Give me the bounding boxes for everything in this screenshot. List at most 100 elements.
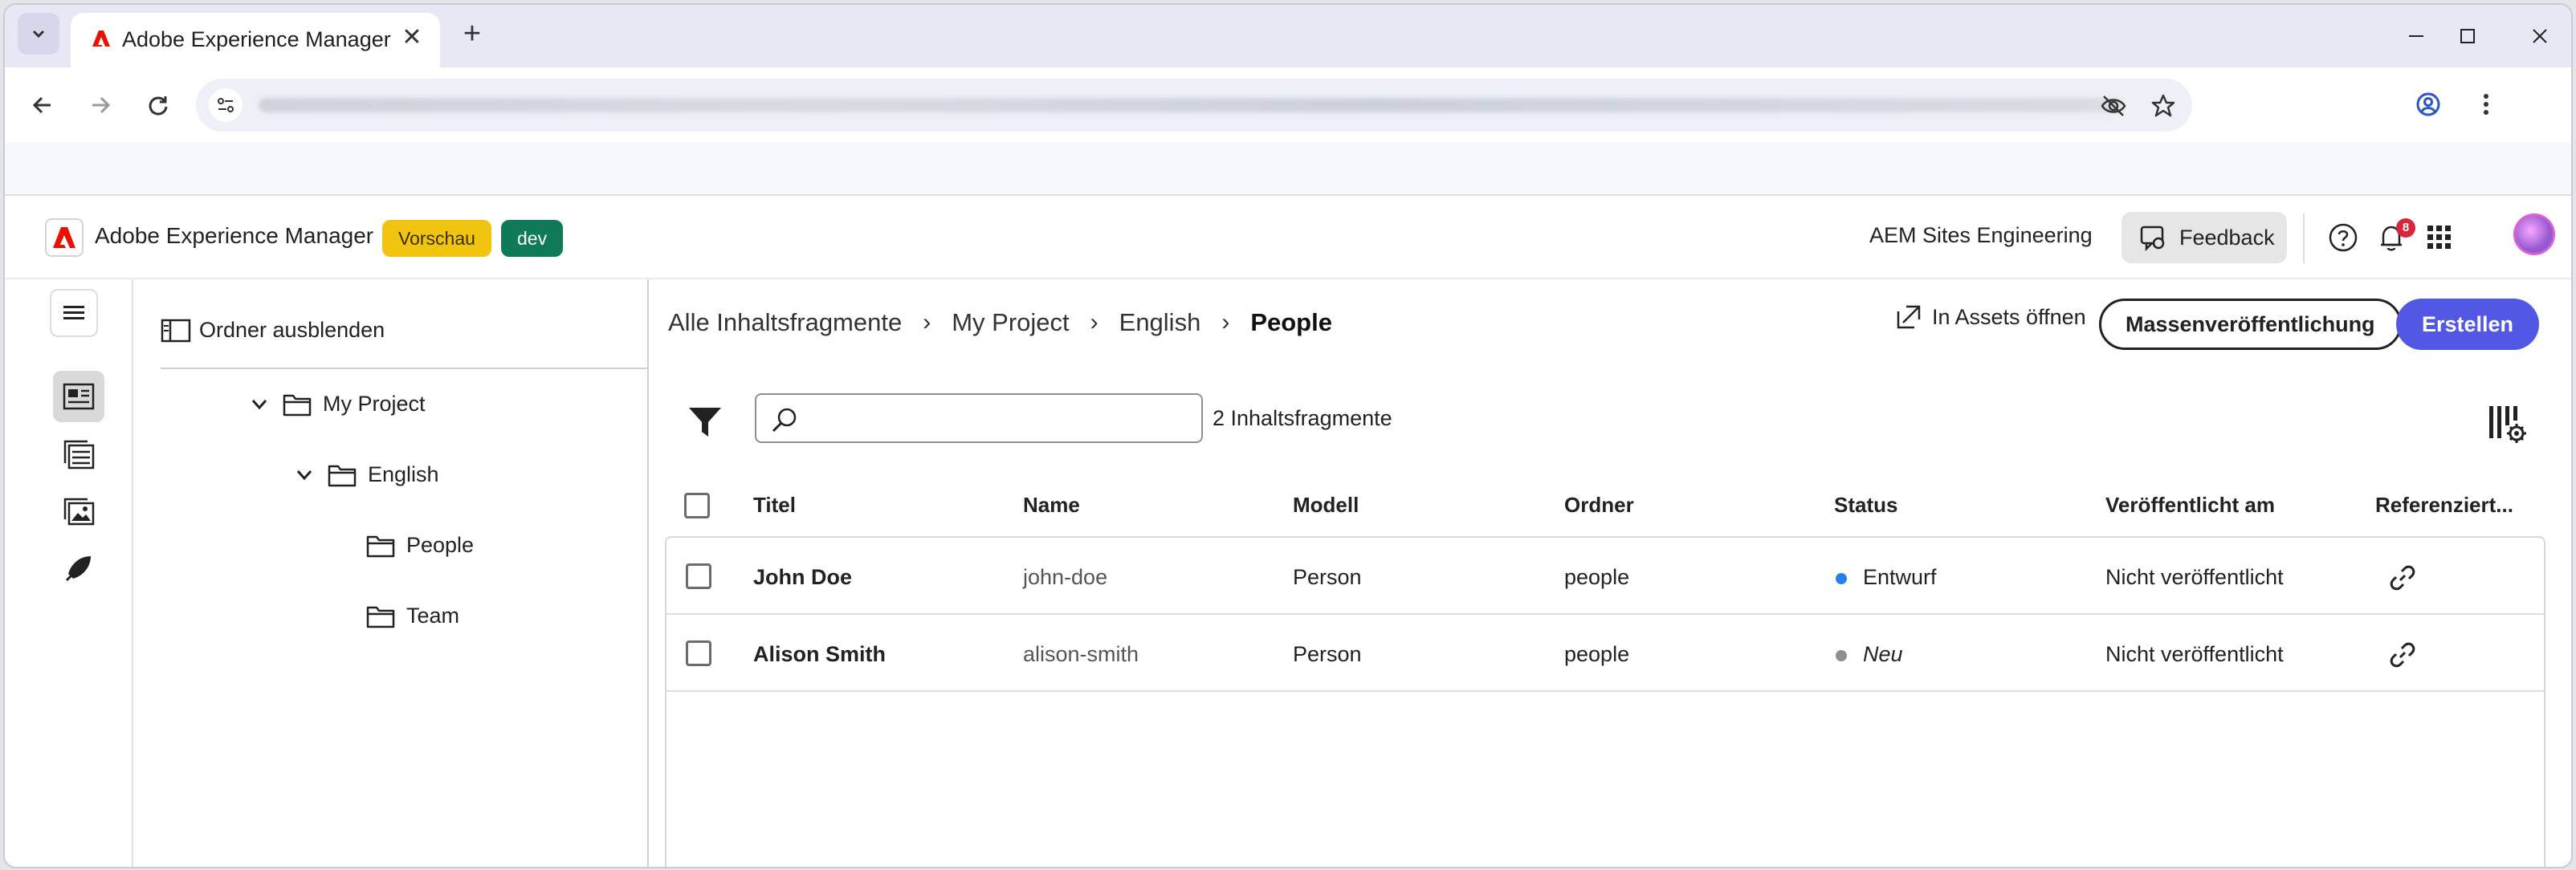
- maximize-button[interactable]: [2448, 16, 2488, 56]
- breadcrumb-item[interactable]: My Project: [952, 308, 1069, 337]
- column-header-status[interactable]: Status: [1834, 493, 1897, 518]
- cell-status: Entwurf: [1863, 565, 1937, 589]
- column-header-title[interactable]: Titel: [753, 493, 796, 518]
- rail-models[interactable]: [53, 429, 104, 480]
- browser-menu-button[interactable]: [2465, 83, 2507, 125]
- reload-button[interactable]: [138, 85, 178, 125]
- breadcrumb-item[interactable]: English: [1119, 308, 1201, 337]
- filter-icon[interactable]: [686, 403, 724, 441]
- folder-tree-panel: Ordner ausblenden My Project English Peo…: [135, 279, 649, 867]
- user-avatar[interactable]: [2513, 213, 2555, 255]
- maximize-icon: [2460, 29, 2475, 43]
- cell-title[interactable]: John Doe: [753, 565, 852, 590]
- left-rail: [5, 279, 133, 867]
- environment-badge: dev: [501, 220, 564, 257]
- chevron-right-icon: ›: [923, 309, 931, 335]
- org-switcher[interactable]: AEM Sites Engineering: [1869, 223, 2093, 248]
- hide-folders-label: Ordner ausblenden: [199, 318, 385, 342]
- star-icon[interactable]: [2147, 90, 2179, 122]
- toggle-navigation-button[interactable]: [50, 289, 98, 337]
- table-row[interactable]: Alison Smith alison-smith Person people …: [666, 615, 2544, 692]
- table-row[interactable]: John Doe john-doe Person people Entwurf …: [666, 538, 2544, 615]
- notifications-button[interactable]: 8: [2372, 218, 2415, 257]
- page-top-spacer: [5, 143, 2571, 196]
- cell-title[interactable]: Alison Smith: [753, 642, 886, 667]
- rail-content-fragments[interactable]: [53, 371, 104, 422]
- hide-folders-button[interactable]: Ordner ausblenden: [161, 318, 385, 343]
- tab-strip: Adobe Experience Manager ✕ +: [5, 5, 2571, 67]
- adobe-logo[interactable]: [45, 218, 84, 257]
- open-in-assets-button[interactable]: In Assets öffnen: [1895, 303, 2086, 331]
- row-checkbox[interactable]: [686, 563, 711, 589]
- tree-divider: [161, 368, 647, 369]
- column-header-model[interactable]: Modell: [1293, 493, 1359, 518]
- models-icon: [63, 440, 95, 470]
- tree-node-label: People: [406, 533, 475, 557]
- browser-tab[interactable]: Adobe Experience Manager ✕: [71, 13, 440, 67]
- adobe-icon: [53, 227, 75, 248]
- bulk-publish-button[interactable]: Massenveröffentlichung: [2099, 299, 2402, 350]
- row-checkbox[interactable]: [686, 640, 711, 666]
- site-info-icon[interactable]: [209, 88, 243, 122]
- close-window-button[interactable]: [2520, 16, 2560, 56]
- tree-node-team[interactable]: Team: [366, 604, 459, 628]
- column-header-folder[interactable]: Ordner: [1564, 493, 1634, 518]
- tab-search-button[interactable]: [18, 13, 59, 55]
- search-input[interactable]: [803, 401, 1188, 437]
- tab-close-icon[interactable]: ✕: [398, 24, 426, 51]
- aem-header: Adobe Experience Manager Vorschau dev AE…: [5, 196, 2571, 279]
- rail-assets[interactable]: [53, 486, 104, 538]
- cell-model: Person: [1293, 565, 1362, 589]
- minimize-button[interactable]: [2396, 16, 2436, 56]
- apps-button[interactable]: [2420, 218, 2459, 257]
- app-title: Adobe Experience Manager: [95, 223, 374, 248]
- preview-badge: Vorschau: [382, 220, 491, 257]
- profile-icon: [2416, 92, 2440, 116]
- profile-button[interactable]: [2407, 83, 2449, 125]
- cell-name: john-doe: [1023, 565, 1108, 589]
- hamburger-icon: [63, 306, 84, 319]
- search-field[interactable]: [755, 393, 1203, 443]
- tree-node-people[interactable]: People: [366, 533, 474, 558]
- address-bar[interactable]: [196, 79, 2192, 132]
- browser-window: Adobe Experience Manager ✕ + Adobe Exper…: [3, 3, 2573, 868]
- column-header-name[interactable]: Name: [1023, 493, 1080, 518]
- help-button[interactable]: [2324, 218, 2362, 257]
- link-icon[interactable]: [2386, 639, 2419, 671]
- column-settings-icon[interactable]: [2486, 403, 2528, 445]
- back-button[interactable]: [22, 85, 63, 125]
- main-content: Alle Inhaltsfragmente › My Project › Eng…: [650, 279, 2571, 867]
- chevron-down-icon[interactable]: [247, 392, 271, 417]
- tab-title: Adobe Experience Manager: [122, 27, 391, 51]
- feedback-label: Feedback: [2179, 225, 2275, 250]
- folder-icon: [366, 535, 395, 557]
- launch-icon: [65, 556, 91, 582]
- link-icon[interactable]: [2386, 562, 2419, 594]
- column-header-referenced[interactable]: Referenziert...: [2375, 493, 2513, 518]
- search-icon: [772, 408, 797, 433]
- chevron-right-icon: ›: [1090, 309, 1098, 335]
- notification-count: 8: [2396, 218, 2415, 238]
- column-header-published[interactable]: Veröffentlicht am: [2105, 493, 2275, 518]
- reload-icon: [149, 96, 168, 116]
- chevron-down-icon[interactable]: [292, 463, 316, 487]
- forward-button[interactable]: [80, 85, 120, 125]
- help-icon: [2329, 223, 2358, 252]
- new-tab-button[interactable]: +: [454, 18, 490, 53]
- tree-node-english[interactable]: English: [292, 462, 439, 487]
- url-text-blurred: [259, 98, 2122, 112]
- tree-node-my-project[interactable]: My Project: [247, 392, 426, 417]
- create-button[interactable]: Erstellen: [2396, 299, 2540, 350]
- eye-off-icon[interactable]: [2097, 90, 2130, 122]
- breadcrumb-item[interactable]: Alle Inhaltsfragmente: [668, 308, 902, 337]
- rail-launch[interactable]: [53, 543, 104, 594]
- folder-icon: [328, 465, 357, 486]
- table-body: John Doe john-doe Person people Entwurf …: [665, 536, 2545, 867]
- select-all-checkbox[interactable]: [684, 493, 710, 518]
- assets-icon: [63, 498, 95, 526]
- feedback-button[interactable]: Feedback: [2122, 212, 2287, 263]
- chevron-down-icon: [32, 30, 45, 39]
- panel-toggle-icon: [161, 319, 191, 342]
- arrow-right-icon: [92, 96, 111, 114]
- more-vertical-icon: [2484, 94, 2488, 115]
